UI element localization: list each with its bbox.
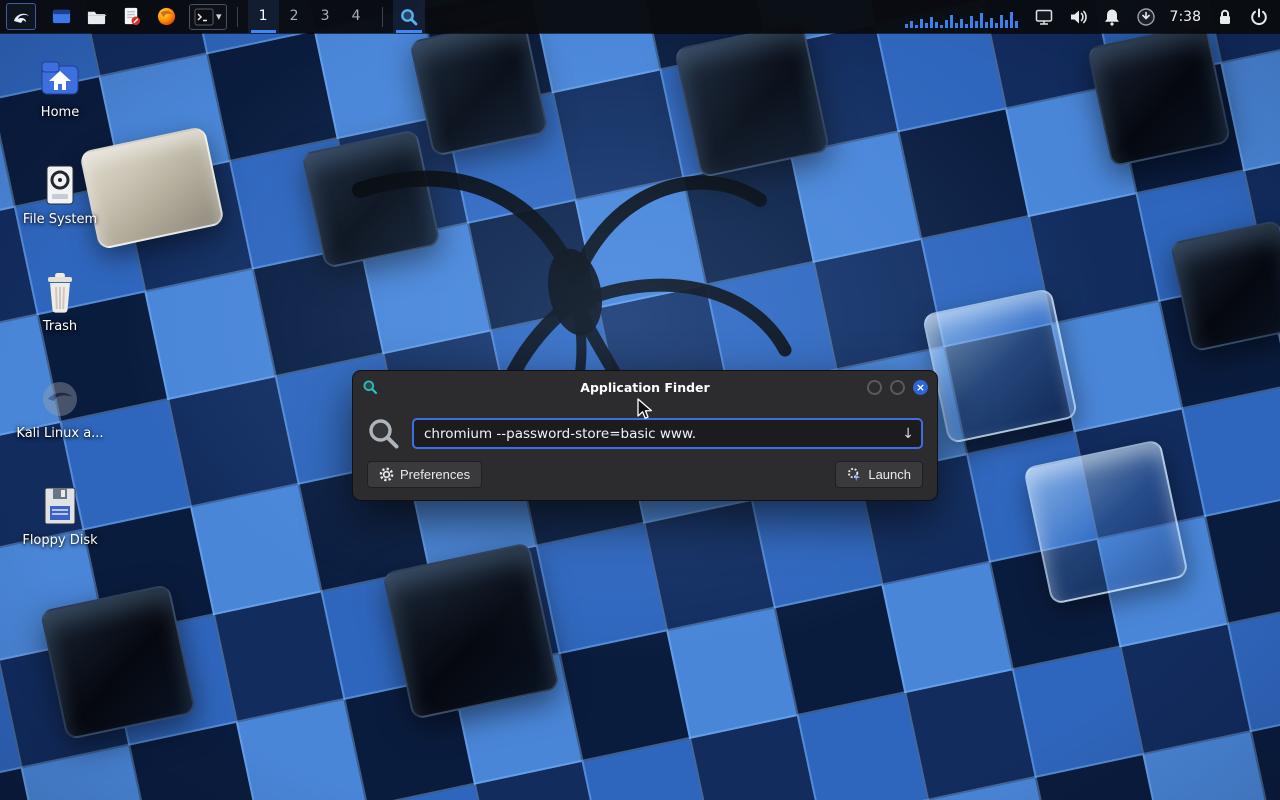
- top-panel: ▾ 1 2 3 4: [0, 0, 1280, 33]
- trash-can-icon: [38, 264, 82, 314]
- desktop-icon-file-system[interactable]: File System: [16, 157, 104, 264]
- search-icon: [367, 417, 400, 450]
- lock-icon[interactable]: [1215, 7, 1235, 27]
- desktop-icon-label: Kali Linux a...: [16, 427, 103, 441]
- desktop-icon-label: Home: [41, 106, 79, 120]
- workspace-button-3[interactable]: 3: [310, 0, 341, 33]
- firefox-launcher[interactable]: [154, 4, 178, 30]
- window-title: Application Finder: [434, 380, 856, 395]
- launch-button[interactable]: Launch: [835, 461, 923, 488]
- launch-icon: [847, 467, 862, 482]
- wallpaper-cube: [922, 288, 1079, 445]
- dialog-buttons-row: Preferences Launch: [367, 461, 923, 488]
- workspace-button-4[interactable]: 4: [341, 0, 372, 33]
- home-folder-icon: [37, 50, 83, 100]
- folder-launcher[interactable]: [84, 4, 108, 30]
- volume-icon[interactable]: [1068, 7, 1088, 27]
- wallpaper-cube: [382, 542, 560, 720]
- wallpaper-cube: [40, 584, 197, 741]
- search-input[interactable]: [412, 418, 923, 449]
- file-manager-launcher[interactable]: [49, 4, 73, 30]
- panel-clock[interactable]: 7:38: [1170, 9, 1201, 25]
- panel-launchers: [49, 4, 178, 30]
- maximize-button[interactable]: [890, 380, 905, 395]
- file-manager-icon: [51, 6, 72, 27]
- application-finder-window: Application Finder × ↓ Prefer: [352, 370, 938, 501]
- minimize-button[interactable]: [867, 380, 882, 395]
- desktop-icon-label: Floppy Disk: [22, 534, 97, 548]
- system-monitor-graph[interactable]: [905, 6, 1020, 28]
- logout-power-icon[interactable]: [1249, 7, 1269, 27]
- panel-separator: [382, 7, 383, 27]
- panel-separator: [237, 7, 238, 27]
- workspace-switcher: 1 2 3 4: [248, 0, 372, 33]
- updates-icon[interactable]: [1136, 7, 1156, 27]
- search-row: ↓: [367, 417, 923, 450]
- search-input-wrap: ↓: [412, 418, 923, 449]
- terminal-icon: [194, 8, 214, 26]
- history-dropdown-arrow-icon[interactable]: ↓: [902, 426, 914, 442]
- text-editor-launcher[interactable]: [119, 4, 143, 30]
- window-controls: ×: [856, 380, 928, 395]
- file-system-drive-icon: [38, 157, 82, 207]
- wallpaper-cube: [1087, 23, 1232, 168]
- wallpaper-cube: [1023, 439, 1189, 605]
- folder-icon: [86, 6, 107, 27]
- display-icon[interactable]: [1034, 7, 1054, 27]
- close-button[interactable]: ×: [913, 380, 928, 395]
- mouse-cursor: [637, 398, 657, 420]
- floppy-disk-icon: [38, 478, 82, 528]
- notifications-bell-icon[interactable]: [1102, 7, 1122, 27]
- preferences-button[interactable]: Preferences: [367, 461, 482, 488]
- panel-tray: 7:38: [905, 6, 1269, 28]
- text-editor-icon: [121, 6, 142, 27]
- desktop-icon-kali-linux[interactable]: Kali Linux a...: [16, 371, 104, 478]
- desktop-icon-label: Trash: [43, 320, 77, 334]
- terminal-dropdown-launcher[interactable]: ▾: [189, 4, 227, 30]
- chevron-down-icon: ▾: [216, 11, 222, 22]
- applications-menu-button[interactable]: [6, 3, 36, 30]
- application-finder-icon: [399, 7, 419, 27]
- desktop-icon-home[interactable]: Home: [16, 50, 104, 157]
- workspace-button-2[interactable]: 2: [279, 0, 310, 33]
- close-icon: ×: [916, 382, 925, 393]
- desktop-icon-trash[interactable]: Trash: [16, 264, 104, 371]
- firefox-icon: [156, 6, 177, 27]
- preferences-button-label: Preferences: [400, 467, 470, 482]
- taskbar-application-finder-button[interactable]: [393, 0, 425, 33]
- launch-button-label: Launch: [868, 467, 911, 482]
- desktop-icon-floppy-disk[interactable]: Floppy Disk: [16, 478, 104, 585]
- titlebar-left: [362, 379, 434, 395]
- desktop-icon-column: Home File System Trash: [16, 50, 104, 585]
- desktop-icon-label: File System: [23, 213, 97, 227]
- kali-logo-icon: [10, 6, 32, 28]
- window-app-icon: [362, 379, 378, 395]
- workspace-button-1[interactable]: 1: [248, 0, 279, 33]
- gear-icon: [379, 467, 394, 482]
- kali-linux-icon: [38, 371, 82, 421]
